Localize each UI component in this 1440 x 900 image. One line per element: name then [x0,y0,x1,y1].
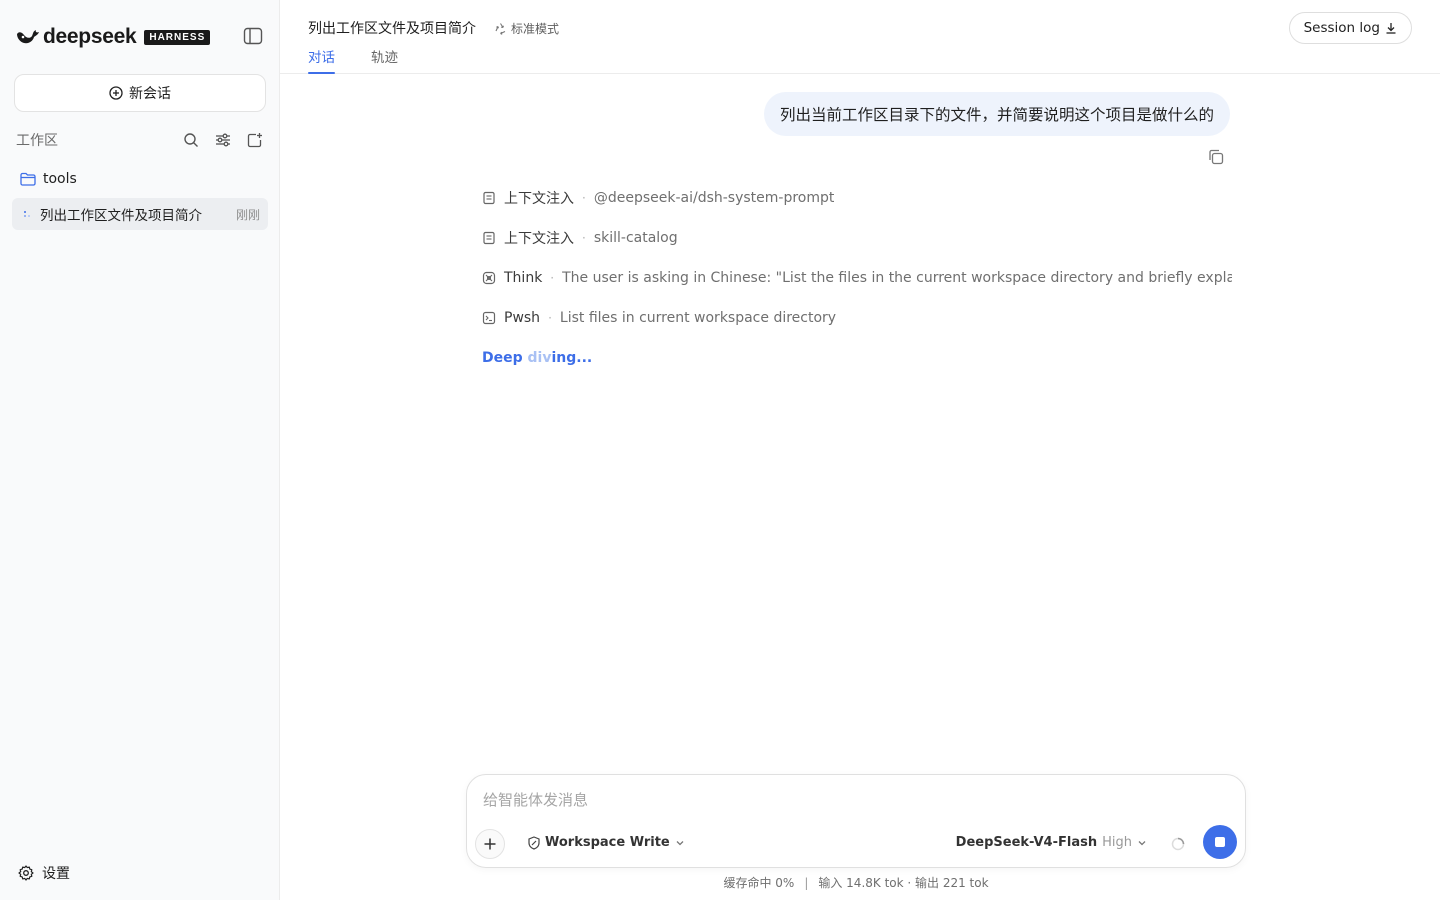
step-context-injection-prompt[interactable]: 上下文注入 · @deepseek-ai/dsh-system-prompt [482,188,834,208]
token-stat: 输入 14.8K tok · 输出 221 tok [818,876,989,890]
settings-label: 设置 [42,866,70,882]
chevron-down-icon [1138,840,1146,845]
stop-button[interactable] [1203,825,1237,859]
session-time: 刚刚 [235,207,260,222]
copy-icon[interactable] [1207,148,1225,166]
terminal-icon [482,311,496,325]
settings-button[interactable]: 设置 [18,862,70,884]
step-description: skill-catalog [593,230,678,246]
gear-icon [18,865,34,881]
loading-dots-icon [24,211,30,217]
conversation-header: 列出工作区文件及项目简介 标准模式 对话 轨迹 Session log [280,0,1440,74]
plus-icon [484,838,496,850]
brand-logo[interactable]: deepseek HARNESS [16,24,265,50]
mode-label: 标准模式 [511,21,560,36]
permission-select[interactable]: Workspace Write [527,835,685,850]
whale-logo-icon [17,30,39,44]
brand-name: deepseek [43,25,137,48]
document-icon [483,191,495,205]
folder-item-tools[interactable]: tools [12,166,268,192]
status-text-b: div [527,350,552,366]
cache-hit-stat: 缓存命中 0% [723,876,795,890]
sidebar: deepseek HARNESS 新会话 工作区 tools 列出工作区文件及项… [0,0,280,900]
step-separator: · [548,311,552,325]
model-name: DeepSeek-V4-Flash [955,835,1098,850]
sliders-icon [216,133,230,147]
step-separator: · [582,191,586,205]
sidebar-toggle-icon[interactable] [243,27,263,45]
new-chat-label: 新会话 [129,86,171,102]
step-description: The user is asking in Chinese: "List the… [562,270,1233,286]
step-name: 上下文注入 [504,231,574,247]
message-composer: Workspace Write DeepSeek-V4-Flash High [466,774,1246,868]
mode-tag[interactable]: 标准模式 [494,20,559,37]
folder-icon [20,172,36,186]
step-think[interactable]: Think · The user is asking in Chinese: "… [482,268,1232,288]
user-message-bubble: 列出当前工作区目录下的文件，并简要说明这个项目是做什么的 [763,92,1230,136]
step-name: 上下文注入 [504,191,574,207]
step-separator: · [582,231,586,245]
stats-separator: | [804,876,809,890]
permission-label: Workspace Write [545,835,670,850]
status-text-a: Deep [482,350,528,366]
new-chat-button[interactable]: 新会话 [14,74,266,112]
loading-spinner-icon [1171,837,1185,851]
step-separator: · [550,271,555,285]
step-name: Pwsh [504,310,541,326]
document-icon [483,231,495,245]
page-title: 列出工作区文件及项目简介 [308,21,476,37]
step-context-injection-skills[interactable]: 上下文注入 · skill-catalog [482,228,678,248]
step-description: List files in current workspace director… [559,310,837,326]
workspace-header: 工作区 [16,130,265,150]
stop-icon [1215,837,1225,847]
message-input[interactable] [483,791,1183,809]
search-icon [184,133,198,147]
session-title: 列出工作区文件及项目简介 [40,208,202,224]
status-text-c: ing... [551,350,593,366]
plus-circle-icon [109,86,123,100]
title-row: 列出工作区文件及项目简介 标准模式 [308,18,559,38]
session-log-label: Session log [1303,20,1380,36]
workspace-label: 工作区 [16,133,58,149]
download-icon [1386,23,1396,34]
step-pwsh[interactable]: Pwsh · List files in current workspace d… [482,308,836,328]
recycle-icon [495,22,506,35]
thinking-status: Deep diving... [482,350,592,366]
session-item[interactable]: 列出工作区文件及项目简介 刚刚 [12,198,268,230]
brain-icon [482,271,496,285]
tab-trace[interactable]: 轨迹 [371,46,398,74]
step-description: @deepseek-ai/dsh-system-prompt [593,190,835,206]
model-select[interactable]: DeepSeek-V4-Flash High [956,835,1147,850]
usage-stats: 缓存命中 0% | 输入 14.8K tok · 输出 221 tok [466,874,1246,891]
step-name: Think [504,270,543,286]
search-button[interactable] [181,130,201,150]
model-effort: High [1102,835,1132,850]
tab-conversation[interactable]: 对话 [308,46,335,74]
attach-button[interactable] [475,829,505,859]
session-log-button[interactable]: Session log [1288,12,1412,44]
shield-edit-icon [528,835,540,850]
add-folder-button[interactable] [245,130,265,150]
brand-badge: HARNESS [144,29,211,45]
folder-name: tools [43,171,77,187]
chevron-down-icon [676,840,684,845]
add-folder-icon [247,133,262,148]
tab-bar: 对话 轨迹 [308,46,434,74]
filter-button[interactable] [213,130,233,150]
